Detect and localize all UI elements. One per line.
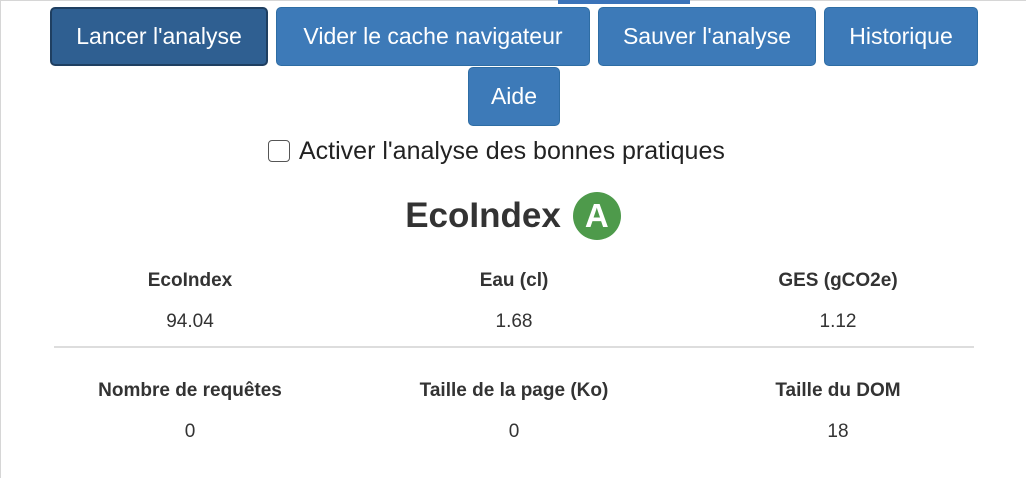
metric-dom-size: Taille du DOM 18	[678, 380, 998, 443]
best-practices-checkbox[interactable]	[268, 140, 290, 162]
metric-water: Eau (cl) 1.68	[354, 270, 674, 333]
metric-label: Taille du DOM	[775, 380, 901, 401]
metric-label: Eau (cl)	[479, 270, 549, 291]
metric-request-count: Nombre de requêtes 0	[30, 380, 350, 443]
metric-value: 1.68	[495, 311, 533, 332]
metric-value: 1.12	[819, 311, 857, 332]
active-tab-indicator	[558, 0, 690, 4]
metric-page-size: Taille de la page (Ko) 0	[354, 380, 674, 443]
metric-ghg: GES (gCO2e) 1.12	[678, 270, 998, 333]
metric-value: 94.04	[166, 311, 214, 332]
best-practices-option[interactable]: Activer l'analyse des bonnes pratiques	[268, 136, 725, 166]
metrics-divider	[54, 346, 974, 348]
help-button[interactable]: Aide	[468, 67, 560, 126]
best-practices-label[interactable]: Activer l'analyse des bonnes pratiques	[299, 137, 725, 166]
clear-cache-button[interactable]: Vider le cache navigateur	[276, 7, 590, 66]
metric-value: 0	[508, 421, 520, 442]
metric-label: Taille de la page (Ko)	[419, 380, 609, 401]
save-analysis-button[interactable]: Sauver l'analyse	[598, 7, 816, 66]
metric-label: GES (gCO2e)	[778, 270, 898, 291]
history-button[interactable]: Historique	[824, 7, 978, 66]
run-analysis-button[interactable]: Lancer l'analyse	[50, 7, 268, 66]
metric-value: 0	[184, 421, 196, 442]
metric-label: Nombre de requêtes	[98, 380, 282, 401]
ecoindex-title: EcoIndex	[405, 196, 561, 235]
ecoindex-heading: EcoIndex A	[0, 192, 1026, 240]
metric-label: EcoIndex	[147, 270, 233, 291]
ecoindex-grade-badge: A	[572, 192, 621, 240]
metric-ecoindex: EcoIndex 94.04	[30, 270, 350, 333]
metric-value: 18	[827, 421, 849, 442]
